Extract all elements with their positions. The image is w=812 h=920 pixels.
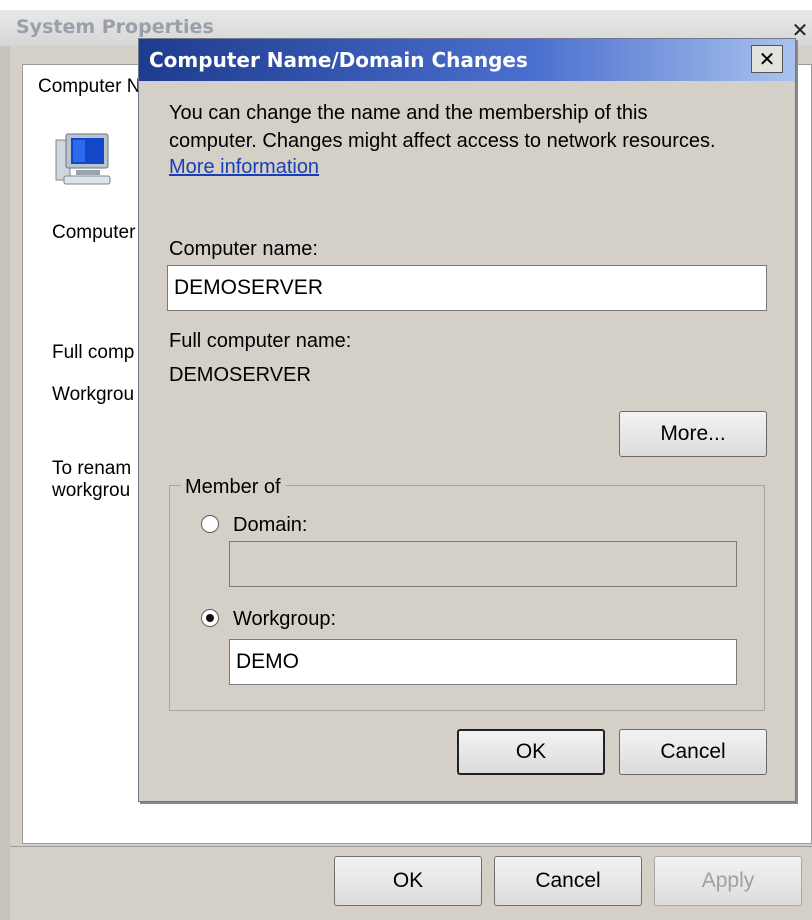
workgroup-label: Workgrou	[52, 384, 135, 405]
full-computer-name-value: DEMOSERVER	[169, 364, 311, 386]
apply-button[interactable]: Apply	[654, 856, 802, 906]
cancel-button[interactable]: Cancel	[619, 729, 767, 775]
footer-divider	[10, 846, 812, 847]
rename-instructions-line2: workgrou	[52, 480, 131, 501]
intro-text-line1: You can change the name and the membersh…	[169, 102, 648, 124]
window-edge	[0, 46, 10, 920]
computer-icon	[55, 133, 111, 185]
full-computer-name-label: Full computer name:	[169, 330, 352, 352]
tab-computer-name-label: Computer N	[38, 76, 141, 97]
dialog-titlebar[interactable]: Computer Name/Domain Changes ✕	[139, 39, 795, 81]
close-icon[interactable]: ✕	[751, 45, 783, 73]
workgroup-radio[interactable]	[201, 609, 219, 627]
workgroup-input[interactable]: DEMO	[229, 639, 737, 685]
computer-name-label: Computer name:	[169, 238, 318, 260]
radio-selected-dot	[206, 614, 214, 622]
domain-label: Domain:	[233, 514, 308, 536]
ok-button[interactable]: OK	[334, 856, 482, 906]
ok-button[interactable]: OK	[457, 729, 605, 775]
dialog-title: Computer Name/Domain Changes	[149, 48, 528, 72]
computer-name-input[interactable]: DEMOSERVER	[167, 265, 767, 311]
more-information-link[interactable]: More information	[169, 155, 319, 179]
more-button[interactable]: More...	[619, 411, 767, 457]
domain-radio[interactable]	[201, 515, 219, 533]
system-properties-title: System Properties	[16, 16, 214, 38]
workgroup-label: Workgroup:	[233, 608, 337, 630]
member-of-legend: Member of	[181, 475, 285, 499]
cancel-button[interactable]: Cancel	[494, 856, 642, 906]
domain-input[interactable]	[229, 541, 737, 587]
computer-name-dialog: Computer Name/Domain Changes ✕ You can c…	[138, 38, 796, 802]
rename-instructions-line1: To renam	[52, 458, 132, 479]
intro-text-line2: computer. Changes might affect access to…	[169, 130, 716, 152]
full-computer-name-label: Full comp	[52, 342, 135, 363]
computer-description-label: Computer	[52, 222, 136, 243]
